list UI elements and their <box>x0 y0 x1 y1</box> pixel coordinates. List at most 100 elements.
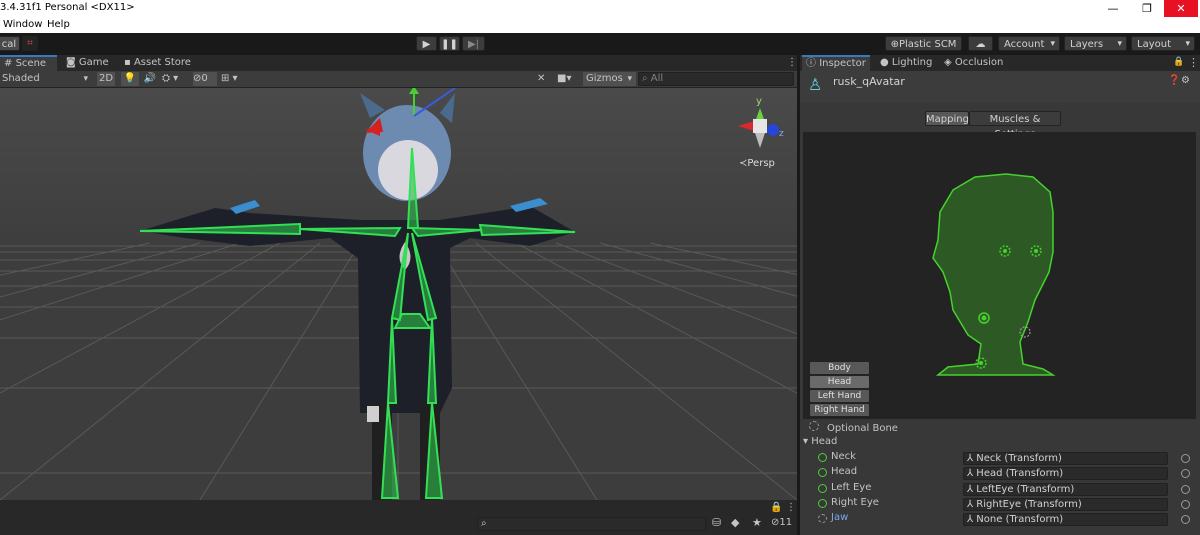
plastic-scm-button[interactable]: ⊕Plastic SCM <box>885 36 962 51</box>
settings-gear-icon[interactable]: ⚙ <box>1181 75 1190 86</box>
hidden-count: 0 <box>201 73 208 84</box>
layer-button[interactable]: cal <box>0 36 20 51</box>
favorite-icon[interactable]: ★ <box>752 516 762 529</box>
object-picker-icon[interactable] <box>1181 469 1190 479</box>
grid-icon[interactable]: ⌗ <box>22 36 38 51</box>
layers-dropdown[interactable]: Layers <box>1064 36 1127 52</box>
body-part-right-hand-button[interactable]: Right Hand <box>810 404 869 416</box>
mode-2d-toggle[interactable]: 2D <box>97 72 115 86</box>
tab-lighting[interactable]: ● Lighting <box>876 55 936 71</box>
tab-inspector[interactable]: ⓘ Inspector <box>802 55 870 71</box>
object-picker-icon[interactable] <box>1181 499 1190 509</box>
audio-icon[interactable]: 🔊 <box>143 72 157 86</box>
minimize-button[interactable]: — <box>1096 0 1130 17</box>
search-icon: ⌕ <box>642 73 651 84</box>
hidden-objects-toggle[interactable]: ⊘0 <box>193 72 217 86</box>
object-picker-icon[interactable] <box>1181 454 1190 463</box>
tools-icon[interactable]: ✕ <box>537 72 553 86</box>
bone-transform-value: RightEye (Transform) <box>976 498 1082 510</box>
filter-type-icon[interactable]: ⛁ <box>712 516 721 529</box>
info-icon: ⓘ <box>806 58 816 69</box>
close-button[interactable]: ✕ <box>1164 0 1198 17</box>
inspector-lock-icon[interactable]: 🔒 <box>1173 57 1184 67</box>
maximize-button[interactable]: ❐ <box>1130 0 1164 17</box>
bone-name: Neck <box>831 451 856 462</box>
bone-transform-value: None (Transform) <box>976 514 1064 526</box>
tab-asset-store[interactable]: ▪ Asset Store <box>120 55 195 71</box>
help-icon[interactable]: ❓ <box>1168 75 1180 86</box>
scene-toolbar: Shaded 2D 💡 🔊 ⛭ ▾ ⊘0 ⊞ ▾ ✕ ■▾ Gizmos ⌕ A… <box>0 71 797 88</box>
tab-game-label: Game <box>78 57 109 68</box>
step-button[interactable]: ▶| <box>462 36 485 51</box>
gizmo-y-label: y <box>756 96 762 107</box>
bone-transform-value: Head (Transform) <box>976 468 1064 480</box>
bottom-search-icon: ⌕ <box>481 518 487 529</box>
kebab-menu-bottom-icon[interactable]: ⋮ <box>786 502 796 513</box>
tab-lighting-label: Lighting <box>891 57 933 68</box>
play-button[interactable]: ▶ <box>416 36 437 51</box>
layout-dropdown[interactable]: Layout <box>1131 36 1195 52</box>
bone-transform-field[interactable]: ⅄ Neck (Transform) <box>963 452 1168 465</box>
bone-transform-field[interactable]: ⅄ Head (Transform) <box>963 467 1168 481</box>
account-dropdown[interactable]: Account <box>998 36 1060 52</box>
object-name: rusk_qAvatar <box>833 75 905 88</box>
bone-mapped-icon <box>818 468 827 478</box>
scene-viewport[interactable]: y z ≺Persp <box>0 88 797 500</box>
gamepad-icon: ◙ <box>66 57 76 68</box>
menu-window[interactable]: Window <box>3 19 42 30</box>
pause-button[interactable]: ❚❚ <box>439 36 460 51</box>
transform-icon: ⅄ <box>967 483 977 495</box>
bottom-search-input[interactable]: ⌕ <box>477 517 706 531</box>
window-title: 3.4.31f1 Personal <DX11> <box>0 2 135 13</box>
tab-occlusion[interactable]: ◈ Occlusion <box>940 55 1010 71</box>
object-header: ♙ rusk_qAvatar ❓ ⚙ <box>800 71 1200 103</box>
body-part-head-button[interactable]: Head <box>810 376 869 388</box>
search-placeholder: All <box>650 73 664 84</box>
scene-search-input[interactable]: ⌕ All <box>638 72 794 86</box>
gizmos-dropdown[interactable]: Gizmos <box>583 72 636 86</box>
grid-snap-icon[interactable]: ⊞ ▾ <box>221 72 249 86</box>
body-part-body-button[interactable]: Body <box>810 362 869 374</box>
subtab-muscles-settings[interactable]: Muscles & Settings <box>969 111 1061 140</box>
effects-icon[interactable]: ⛭ ▾ <box>162 72 188 86</box>
tab-scene-label: Scene <box>15 58 47 69</box>
bulb-icon: ● <box>880 57 889 68</box>
body-part-left-hand-button[interactable]: Left Hand <box>810 390 869 402</box>
occlusion-icon: ◈ <box>944 57 952 68</box>
menu-help[interactable]: Help <box>47 19 70 30</box>
hidden-packages-toggle[interactable]: ⊘11 <box>771 517 792 528</box>
menu-bar: Window Help <box>0 17 1200 33</box>
bone-transform-field[interactable]: ⅄ RightEye (Transform) <box>963 497 1168 511</box>
inspector-tab-bar: ⓘ Inspector ● Lighting ◈ Occlusion 🔒 ⋮ <box>800 55 1200 71</box>
lock-icon[interactable]: 🔒 <box>770 502 782 513</box>
camera-icon[interactable]: ■▾ <box>557 72 579 86</box>
bone-row: Head ⅄ Head (Transform) <box>800 466 1200 481</box>
head-section-label: Head <box>811 436 838 447</box>
avatar-mapping-view: Body Head Left Hand Right Hand <box>803 132 1196 419</box>
plastic-scm-icon: ⊕ <box>890 39 899 50</box>
lighting-icon[interactable]: 💡 <box>121 72 139 86</box>
bone-transform-field[interactable]: ⅄ None (Transform) <box>963 513 1168 527</box>
plastic-scm-label: Plastic SCM <box>898 39 957 50</box>
perspective-label[interactable]: ≺Persp <box>739 158 775 169</box>
bone-mapped-icon <box>818 483 827 493</box>
bone-optional-icon <box>818 514 827 524</box>
kebab-menu-icon[interactable]: ⋮ <box>783 55 797 71</box>
optional-bone-legend: Optional Bone <box>809 421 898 434</box>
head-section-foldout[interactable]: ▾ Head <box>803 436 837 447</box>
tab-game[interactable]: ◙ Game <box>62 55 114 71</box>
bone-row: Left Eye ⅄ LeftEye (Transform) <box>800 482 1200 497</box>
shading-mode-dropdown[interactable]: Shaded <box>2 72 92 86</box>
filter-label-icon[interactable]: ◆ <box>731 516 739 529</box>
optional-bone-label: Optional Bone <box>827 423 898 434</box>
cloud-icon[interactable]: ☁ <box>968 36 993 51</box>
bone-mapped-icon <box>818 498 827 508</box>
tab-scene[interactable]: # Scene <box>0 55 57 71</box>
object-picker-icon[interactable] <box>1181 515 1190 525</box>
object-picker-icon[interactable] <box>1181 484 1190 494</box>
inspector-kebab-icon[interactable]: ⋮ <box>1188 56 1199 69</box>
avatar-icon: ♙ <box>808 75 823 94</box>
hidden-packages-count: 11 <box>779 517 793 528</box>
subtab-mapping[interactable]: Mapping <box>925 111 969 126</box>
bone-transform-field[interactable]: ⅄ LeftEye (Transform) <box>963 482 1168 496</box>
